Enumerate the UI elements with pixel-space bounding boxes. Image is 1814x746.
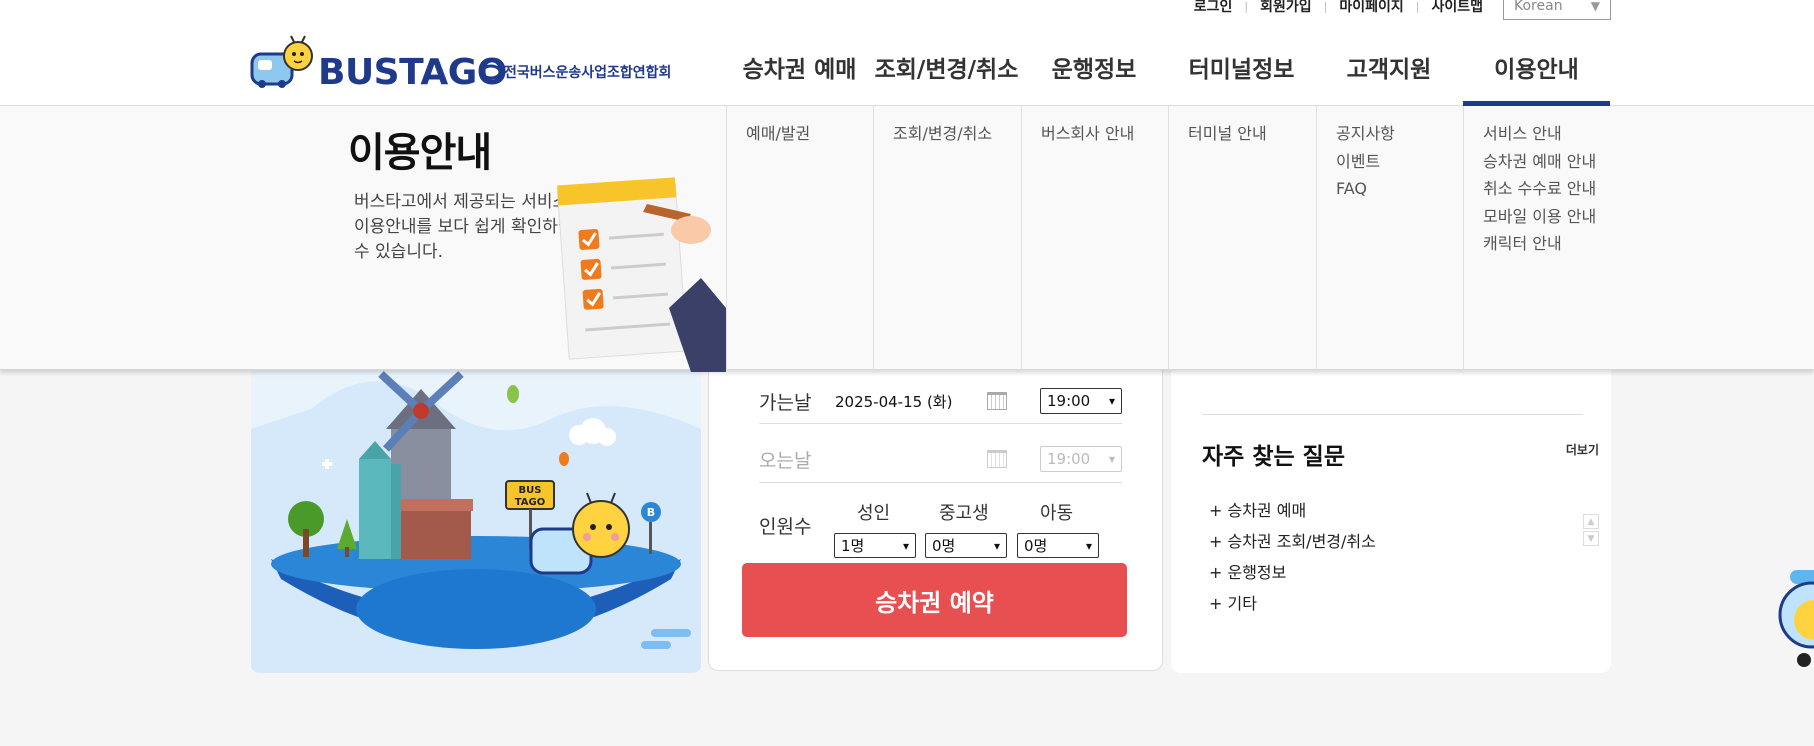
- mega-item-bus-company[interactable]: 버스회사 안내: [1041, 120, 1168, 148]
- mega-item-faq[interactable]: FAQ: [1336, 175, 1463, 203]
- site-logo[interactable]: BUSTAGO 전국버스운송사업조합연합회: [248, 34, 671, 93]
- mega-item-booking-issuance[interactable]: 예매/발권: [746, 120, 873, 148]
- form-divider: [759, 423, 1122, 424]
- nav-usage-guide[interactable]: 이용안내: [1463, 38, 1610, 107]
- teen-label: 중고생: [939, 503, 989, 524]
- mega-col-terminal: 터미널 안내: [1168, 106, 1316, 370]
- mega-item-service-guide[interactable]: 서비스 안내: [1483, 120, 1623, 148]
- svg-text:TAGO: TAGO: [515, 497, 546, 508]
- return-label: 오는날: [759, 449, 812, 472]
- teen-select[interactable]: 0명 ▾: [925, 533, 1007, 558]
- return-time-value: 19:00: [1047, 450, 1091, 468]
- pax-label: 인원수: [759, 516, 812, 538]
- association-name: 전국버스운송사업조합연합회: [504, 65, 672, 81]
- faq-item[interactable]: + 운행정보: [1209, 557, 1376, 588]
- teen-value: 0명: [932, 537, 956, 555]
- return-row: 오는날 19:00 ▾: [759, 439, 1122, 479]
- bus-mascot-logo-icon: [250, 35, 313, 88]
- city-island-illustration-icon: BUS TAGO B: [251, 369, 701, 649]
- hero-banner: BUS TAGO B: [251, 369, 701, 673]
- calendar-icon[interactable]: [987, 450, 1007, 468]
- mega-item-notice[interactable]: 공지사항: [1336, 120, 1463, 148]
- nav-operation-info[interactable]: 운행정보: [1020, 38, 1168, 106]
- faq-item[interactable]: + 승차권 조회/변경/취소: [1209, 526, 1376, 557]
- chevron-down-icon: ▾: [993, 538, 1000, 553]
- book-ticket-button[interactable]: 승차권 예약: [742, 563, 1127, 637]
- mega-item-mobile-guide[interactable]: 모바일 이용 안내: [1483, 203, 1623, 231]
- child-label: 아동: [1040, 503, 1074, 524]
- nav-inquiry-change-cancel[interactable]: 조회/변경/취소: [873, 38, 1020, 106]
- mega-item-booking-guide[interactable]: 승차권 예매 안내: [1483, 148, 1623, 176]
- chevron-down-icon: ▾: [1108, 394, 1115, 408]
- svg-text:B: B: [647, 506, 655, 519]
- triangle-down-icon: ▼: [1590, 0, 1600, 13]
- mega-col-guide: 서비스 안내 승차권 예매 안내 취소 수수료 안내 모바일 이용 안내 캐릭터…: [1463, 106, 1623, 370]
- calendar-icon[interactable]: [987, 392, 1007, 410]
- faq-panel: 자주 찾는 질문 더보기 + 승차권 예매 + 승차권 조회/변경/취소 + 운…: [1171, 369, 1611, 673]
- language-select[interactable]: Korean ▼: [1503, 0, 1611, 20]
- mega-col-booking: 예매/발권: [726, 106, 873, 370]
- mega-item-character-guide[interactable]: 캐릭터 안내: [1483, 230, 1623, 258]
- mega-col-inquiry: 조회/변경/취소: [873, 106, 1021, 370]
- site-header: 로그인 | 회원가입 | 마이페이지 | 사이트맵 Korean ▼ BUSTA…: [0, 0, 1814, 107]
- login-link[interactable]: 로그인: [1182, 0, 1245, 16]
- sitemap-link[interactable]: 사이트맵: [1419, 0, 1495, 16]
- mega-menu-title: 이용안내: [348, 130, 492, 176]
- main-nav: 승차권 예매 조회/변경/취소 운행정보 터미널정보 고객지원 이용안내: [726, 38, 1610, 107]
- nav-customer-support[interactable]: 고객지원: [1315, 38, 1463, 106]
- form-divider: [759, 482, 1122, 483]
- svg-text:BUS: BUS: [519, 485, 542, 496]
- mega-menu: 이용안내 버스타고에서 제공되는 서비스 및 이용안내를 보다 쉽게 확인하실 …: [0, 106, 1814, 372]
- mega-item-terminal-guide[interactable]: 터미널 안내: [1188, 120, 1316, 148]
- faq-list: + 승차권 예매 + 승차권 조회/변경/취소 + 운행정보 + 기타: [1209, 495, 1376, 619]
- return-time-select[interactable]: 19:00 ▾: [1040, 446, 1122, 472]
- nav-terminal-info[interactable]: 터미널정보: [1168, 38, 1315, 106]
- child-select[interactable]: 0명 ▾: [1017, 533, 1099, 558]
- depart-label: 가는날: [759, 391, 812, 414]
- chevron-down-icon: ▾: [902, 538, 909, 553]
- logo-wordmark: BUSTAGO: [318, 52, 507, 93]
- floating-mascot-icon[interactable]: [1770, 560, 1814, 670]
- booking-form: 가는날 2025-04-15 (화) 19:00 ▾ 오는날 19:00 ▾ 인…: [708, 369, 1163, 671]
- association-mark-icon: [481, 64, 501, 80]
- mega-col-operation: 버스회사 안내: [1021, 106, 1168, 370]
- signup-link[interactable]: 회원가입: [1248, 0, 1324, 16]
- mega-item-cancel-fee-guide[interactable]: 취소 수수료 안내: [1483, 175, 1623, 203]
- nav-ticket-booking[interactable]: 승차권 예매: [726, 38, 873, 106]
- mega-item-event[interactable]: 이벤트: [1336, 148, 1463, 176]
- utility-nav: 로그인 | 회원가입 | 마이페이지 | 사이트맵 Korean ▼: [1182, 0, 1611, 20]
- faq-item[interactable]: + 기타: [1209, 588, 1376, 619]
- scroll-up-icon[interactable]: ▲: [1583, 514, 1599, 529]
- mega-col-support: 공지사항 이벤트 FAQ: [1316, 106, 1463, 370]
- mega-item-inquiry-change-cancel[interactable]: 조회/변경/취소: [893, 120, 1021, 148]
- faq-divider: [1202, 414, 1583, 415]
- adult-label: 성인: [857, 503, 891, 524]
- scroll-down-icon[interactable]: ▼: [1583, 531, 1599, 546]
- faq-item[interactable]: + 승차권 예매: [1209, 495, 1376, 526]
- mypage-link[interactable]: 마이페이지: [1327, 0, 1415, 16]
- faq-title: 자주 찾는 질문: [1202, 444, 1345, 470]
- depart-time-value: 19:00: [1047, 392, 1091, 410]
- checklist-illustration-icon: [557, 177, 726, 372]
- chevron-down-icon: ▾: [1085, 538, 1092, 553]
- mega-menu-intro: 이용안내 버스타고에서 제공되는 서비스 및 이용안내를 보다 쉽게 확인하실 …: [348, 120, 726, 372]
- language-value: Korean: [1514, 0, 1563, 14]
- chevron-down-icon: ▾: [1108, 452, 1115, 466]
- depart-date[interactable]: 2025-04-15 (화): [835, 391, 981, 412]
- depart-time-select[interactable]: 19:00 ▾: [1040, 388, 1122, 414]
- faq-more-link[interactable]: 더보기: [1566, 441, 1599, 458]
- adult-value: 1명: [841, 537, 865, 555]
- child-value: 0명: [1024, 537, 1048, 555]
- depart-row: 가는날 2025-04-15 (화) 19:00 ▾: [759, 381, 1122, 421]
- adult-select[interactable]: 1명 ▾: [834, 533, 916, 558]
